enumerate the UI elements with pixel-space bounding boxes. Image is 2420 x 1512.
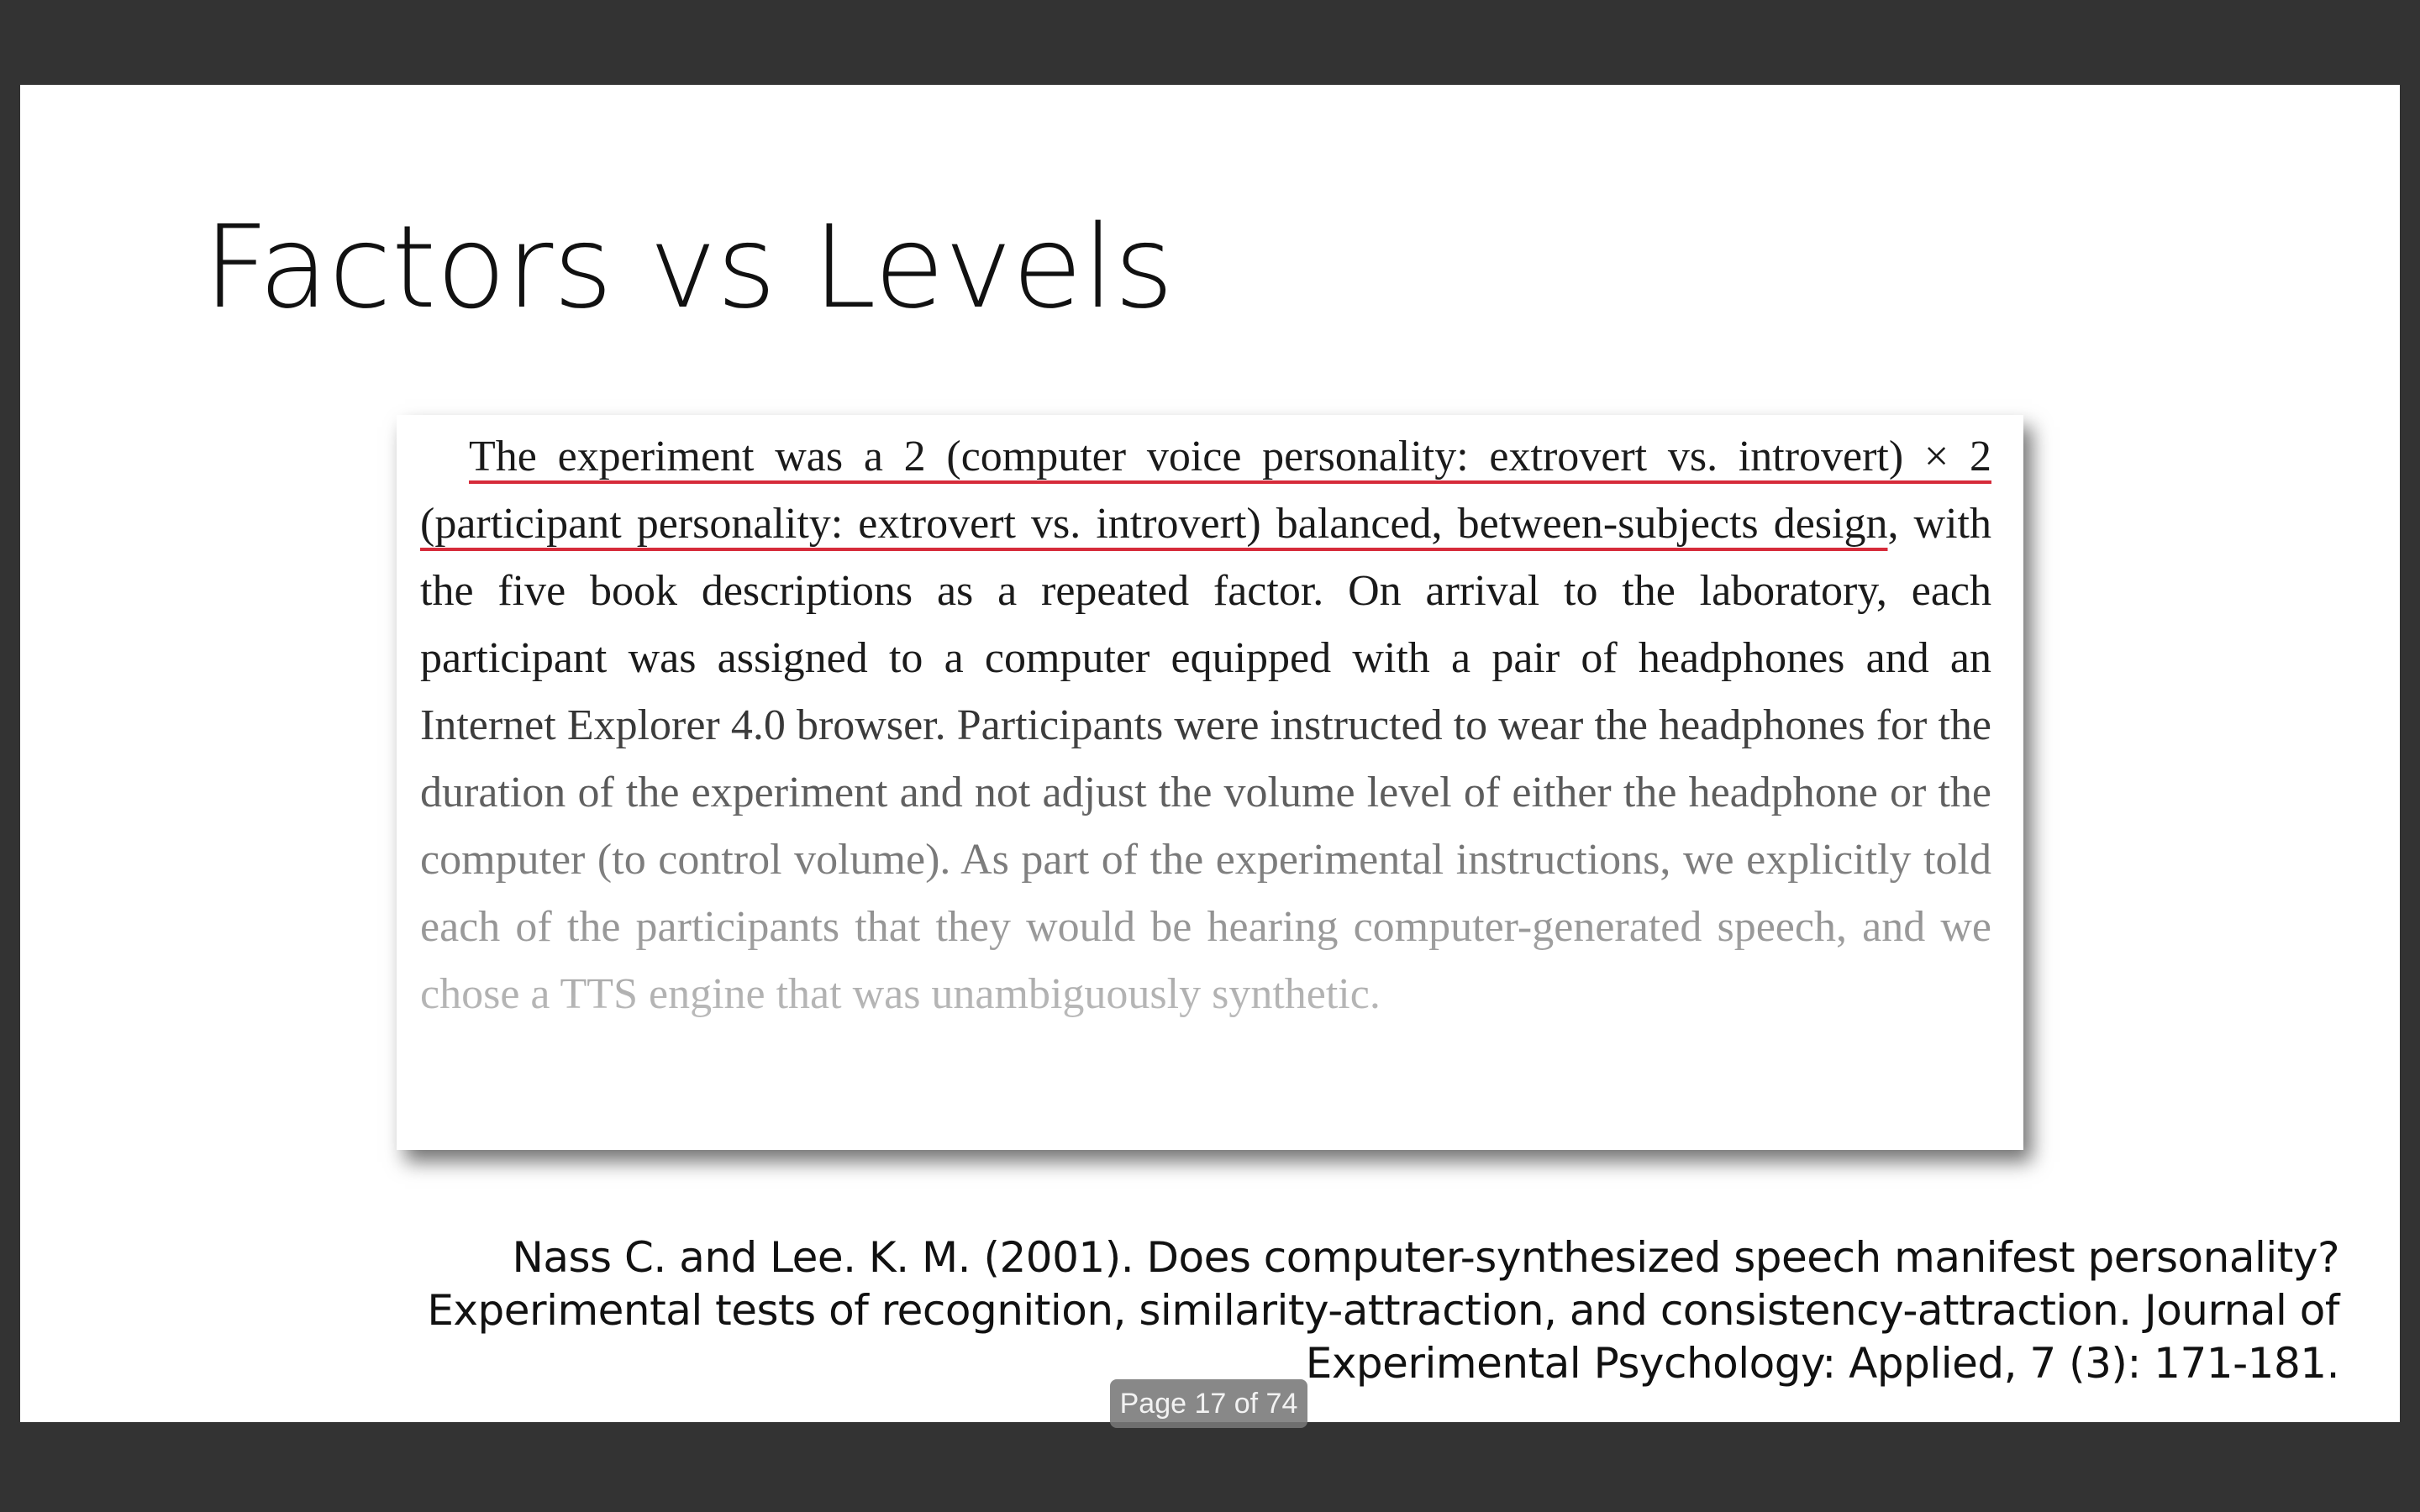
slide-page: Factors vs Levels The experiment was a 2… — [20, 85, 2400, 1422]
excerpt-text: The experiment was a 2 (computer voice p… — [420, 423, 1991, 1028]
paper-excerpt-image: The experiment was a 2 (computer voice p… — [397, 415, 2023, 1150]
excerpt-body: , with the five book descriptions as a r… — [420, 500, 1991, 1018]
underlined-design-statement: The experiment was a 2 (computer voice p… — [420, 433, 1991, 548]
slide-title: Factors vs Levels — [203, 202, 1174, 334]
citation: Nass C. and Lee. K. M. (2001). Does comp… — [427, 1233, 2339, 1388]
page-indicator: Page 17 of 74 — [1110, 1379, 1307, 1428]
presentation-viewer: Factors vs Levels The experiment was a 2… — [0, 0, 2420, 1512]
